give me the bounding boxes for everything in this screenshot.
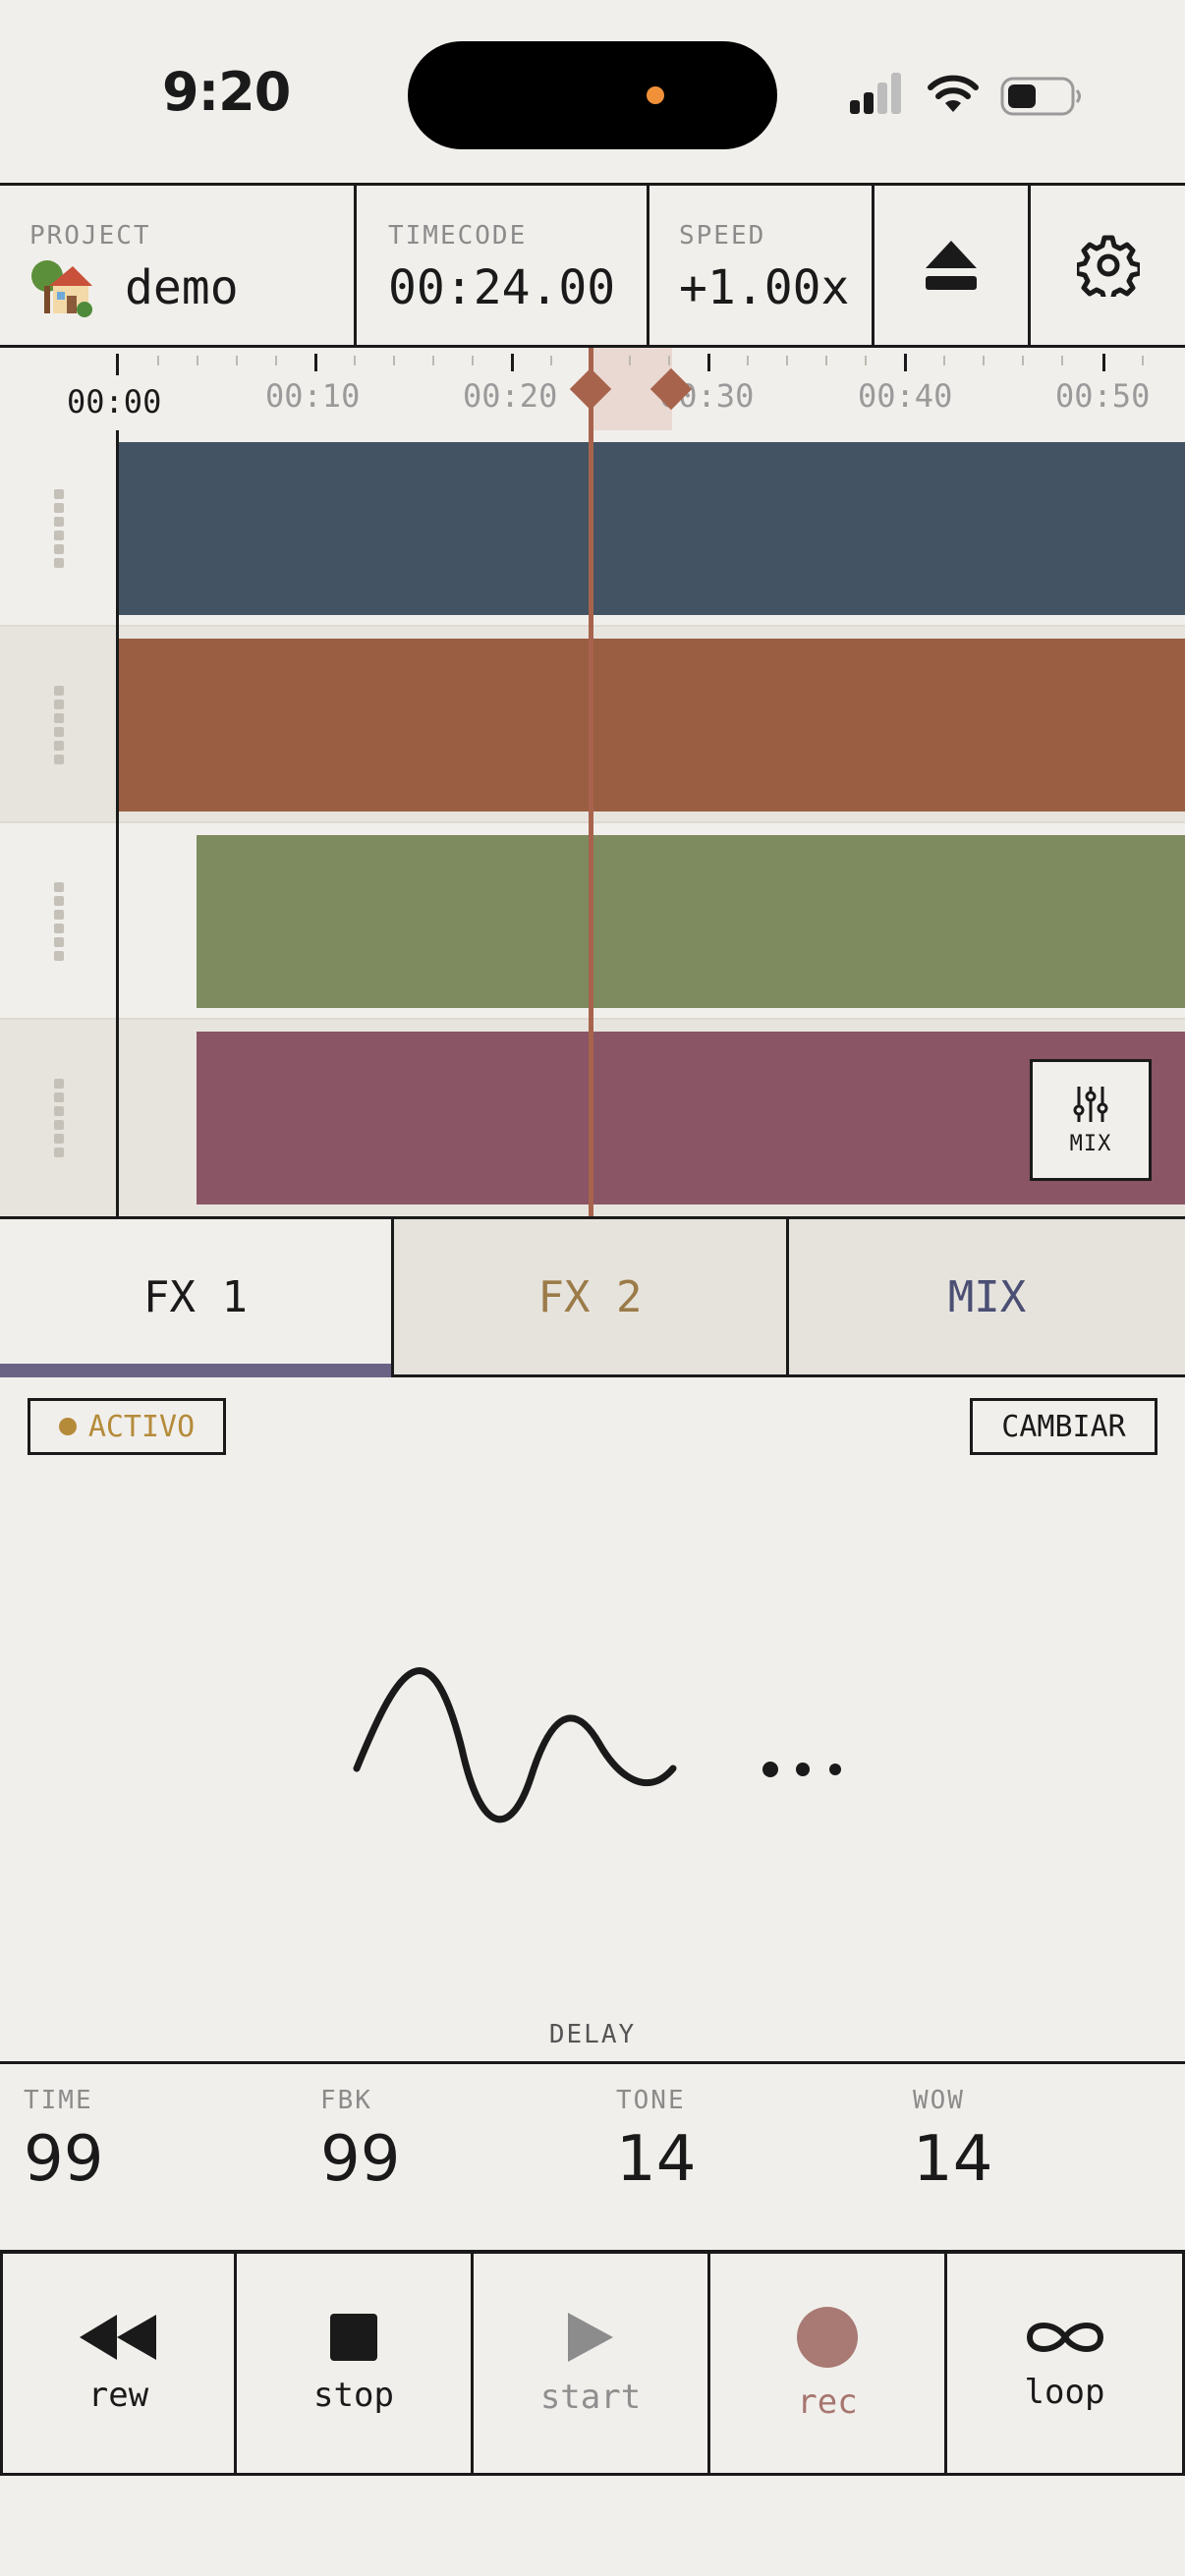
timecode-label: TIMECODE [388, 221, 528, 251]
tick-label: 00:40 [858, 377, 953, 415]
sliders-icon [1073, 1086, 1108, 1122]
tick-label: 00:00 [67, 383, 162, 420]
tick-label: 00:10 [265, 377, 361, 415]
eject-button[interactable] [875, 186, 1031, 345]
timecode-value: 00:24.00 [388, 260, 616, 315]
transport-header: PROJECT demo TIMECODE 00:24.00 SPEED +1.… [0, 183, 1185, 348]
settings-button[interactable] [1031, 186, 1185, 345]
param-label: TIME [24, 2086, 93, 2115]
battery-icon [1000, 77, 1081, 116]
start-label: start [539, 2377, 642, 2417]
delay-waveform-icon [353, 1667, 841, 1823]
timecode-display: TIMECODE 00:24.00 [357, 186, 649, 345]
status-bar: 9:20 [0, 0, 1185, 183]
effect-params: TIME 99 FBK 99 TONE 14 WOW 14 [0, 2061, 1185, 2254]
rewind-button[interactable]: rew [0, 2254, 237, 2473]
record-button[interactable]: rec [710, 2254, 947, 2473]
project-label: PROJECT [29, 221, 151, 251]
mix-button-label: MIX [1069, 1131, 1112, 1156]
tick-label: 00:20 [463, 377, 558, 415]
mix-button[interactable]: MIX [1030, 1059, 1152, 1181]
param-value: 14 [616, 2123, 697, 2196]
stop-button[interactable]: stop [237, 2254, 474, 2473]
transport-controls: rew stop start rec loop [0, 2254, 1185, 2476]
param-label: TONE [616, 2086, 686, 2115]
tab-label: FX 2 [537, 1271, 643, 1322]
status-badge-label: ACTIVO [87, 1409, 196, 1444]
cellular-signal-icon [850, 73, 901, 114]
status-time: 9:20 [162, 61, 291, 123]
project-name: demo [125, 260, 239, 315]
record-label: rec [797, 2381, 858, 2422]
house-with-garden-icon [31, 260, 92, 317]
stop-icon [330, 2313, 377, 2361]
status-dot [58, 1418, 77, 1435]
project-selector[interactable]: PROJECT demo [0, 186, 357, 345]
param-value: 99 [320, 2123, 401, 2196]
track-drag-handle[interactable] [0, 627, 118, 823]
fx-tabs: FX 1 FX 2 MIX [0, 1216, 1185, 1377]
tab-fx1[interactable]: FX 1 [0, 1219, 394, 1374]
param-value: 14 [913, 2123, 993, 2196]
change-effect-button[interactable]: CAMBIAR [970, 1398, 1157, 1455]
play-icon [568, 2312, 613, 2362]
track-clip[interactable] [197, 835, 1185, 1008]
param-fbk[interactable]: FBK 99 [320, 2086, 400, 2196]
param-time[interactable]: TIME 99 [24, 2086, 103, 2196]
track-clip[interactable] [118, 639, 1185, 812]
loop-button[interactable]: loop [947, 2254, 1185, 2473]
tab-mix[interactable]: MIX [789, 1219, 1185, 1374]
tab-label: FX 1 [143, 1271, 248, 1322]
rewind-icon [79, 2314, 156, 2360]
effect-name: DELAY [548, 2020, 637, 2049]
param-label: FBK [320, 2086, 372, 2115]
record-icon [797, 2306, 858, 2368]
eject-icon [926, 241, 977, 290]
track-drag-handle[interactable] [0, 1020, 118, 1216]
playhead[interactable] [589, 348, 593, 1216]
rewind-label: rew [87, 2375, 149, 2415]
privacy-indicator-dot [647, 86, 664, 104]
wifi-icon [928, 75, 979, 112]
active-tab-indicator [0, 1364, 391, 1377]
speed-value: +1.00x [679, 260, 850, 315]
param-label: WOW [913, 2086, 965, 2115]
track-drag-handle[interactable] [0, 430, 118, 627]
tab-fx2[interactable]: FX 2 [394, 1219, 789, 1374]
tab-label: MIX [947, 1271, 1027, 1322]
speed-label: SPEED [679, 221, 766, 251]
timeline-start-line [116, 430, 119, 1216]
tick-label: 00:50 [1055, 377, 1151, 415]
track-drag-handle[interactable] [0, 823, 118, 1020]
speed-control[interactable]: SPEED +1.00x [649, 186, 875, 345]
start-button[interactable]: start [474, 2254, 710, 2473]
param-wow[interactable]: WOW 14 [913, 2086, 992, 2196]
infinity-icon [1026, 2322, 1103, 2352]
track-clip[interactable] [118, 442, 1185, 615]
dynamic-island [408, 41, 777, 149]
param-value: 99 [24, 2123, 104, 2196]
status-badge: ACTIVO [28, 1398, 226, 1455]
gear-icon [1076, 235, 1140, 297]
param-tone[interactable]: TONE 14 [616, 2086, 696, 2196]
stop-label: stop [313, 2375, 394, 2415]
loop-label: loop [1024, 2372, 1105, 2412]
